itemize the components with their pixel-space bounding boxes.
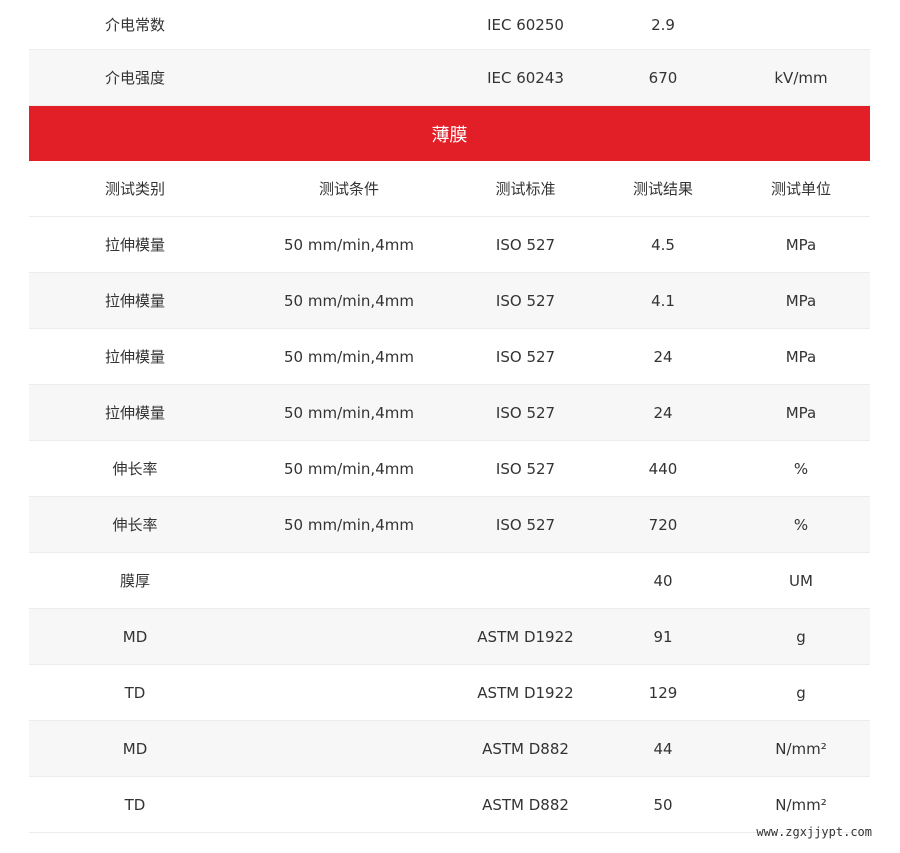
- table-row: 拉伸模量 50 mm/min,4mm ISO 527 24 MPa: [29, 385, 870, 441]
- cell-standard: ASTM D1922: [477, 683, 574, 702]
- header-result: 测试结果: [632, 180, 693, 198]
- table-row: 伸长率 50 mm/min,4mm ISO 527 440 %: [29, 441, 870, 497]
- cell-standard: ASTM D882: [482, 795, 569, 814]
- cell-condition: 50 mm/min,4mm: [284, 347, 414, 366]
- cell-category: 伸长率: [112, 460, 158, 478]
- cell-standard: ISO 527: [495, 515, 556, 534]
- cell-unit: MPa: [785, 403, 817, 422]
- cell-result: 40: [653, 571, 673, 590]
- table-row: TD ASTM D1922 129 g: [29, 665, 870, 721]
- cell-category: TD: [124, 795, 146, 814]
- cell-condition: 50 mm/min,4mm: [284, 515, 414, 534]
- cell-standard: ISO 527: [495, 403, 556, 422]
- cell-unit: N/mm²: [775, 739, 827, 758]
- cell-condition: 50 mm/min,4mm: [284, 403, 414, 422]
- cell-condition: 50 mm/min,4mm: [284, 235, 414, 254]
- cell-result: 24: [653, 403, 673, 422]
- cell-standard: IEC 60243: [487, 68, 564, 87]
- cell-result: 670: [648, 68, 678, 87]
- cell-category: TD: [124, 683, 146, 702]
- table-header-row: 测试类别 测试条件 测试标准 测试结果 测试单位: [29, 161, 870, 217]
- table-row: MD ASTM D882 44 N/mm²: [29, 721, 870, 777]
- cell-unit: N/mm²: [775, 795, 827, 814]
- table-row: TD ASTM D882 50 N/mm²: [29, 777, 870, 833]
- cell-condition: 50 mm/min,4mm: [284, 291, 414, 310]
- cell-unit: kV/mm: [774, 68, 828, 87]
- cell-category: 介电常数: [104, 16, 165, 34]
- cell-result: 44: [653, 739, 673, 758]
- cell-condition: 50 mm/min,4mm: [284, 459, 414, 478]
- cell-result: 720: [648, 515, 678, 534]
- cell-result: 50: [653, 795, 673, 814]
- header-standard: 测试标准: [495, 180, 556, 198]
- cell-standard: ISO 527: [495, 291, 556, 310]
- cell-standard: ASTM D1922: [477, 627, 574, 646]
- cell-unit: MPa: [785, 235, 817, 254]
- table-row: 介电常数 IEC 60250 2.9: [29, 0, 870, 50]
- table-row: 膜厚 40 UM: [29, 553, 870, 609]
- data-table: 介电常数 IEC 60250 2.9 介电强度 IEC 60243 670 kV…: [29, 0, 870, 833]
- cell-result: 4.5: [651, 235, 675, 254]
- header-condition: 测试条件: [318, 180, 379, 198]
- cell-result: 129: [648, 683, 678, 702]
- table-row: 介电强度 IEC 60243 670 kV/mm: [29, 50, 870, 106]
- table-row: 拉伸模量 50 mm/min,4mm ISO 527 24 MPa: [29, 329, 870, 385]
- cell-standard: ASTM D882: [482, 739, 569, 758]
- header-unit: 测试单位: [770, 180, 831, 198]
- cell-category: 膜厚: [119, 572, 150, 590]
- table-row: MD ASTM D1922 91 g: [29, 609, 870, 665]
- cell-unit: %: [793, 515, 809, 534]
- table-row: 拉伸模量 50 mm/min,4mm ISO 527 4.5 MPa: [29, 217, 870, 273]
- cell-unit: UM: [789, 571, 813, 590]
- table-row: 伸长率 50 mm/min,4mm ISO 527 720 %: [29, 497, 870, 553]
- cell-result: 24: [653, 347, 673, 366]
- cell-unit: %: [793, 459, 809, 478]
- cell-standard: ISO 527: [495, 347, 556, 366]
- cell-unit: g: [796, 683, 806, 702]
- header-category: 测试类别: [104, 180, 165, 198]
- section-band-film: 薄膜: [29, 106, 870, 161]
- cell-result: 91: [653, 627, 673, 646]
- cell-result: 4.1: [651, 291, 675, 310]
- cell-unit: MPa: [785, 291, 817, 310]
- cell-standard: ISO 527: [495, 235, 556, 254]
- cell-result: 2.9: [651, 15, 675, 34]
- table-row: 拉伸模量 50 mm/min,4mm ISO 527 4.1 MPa: [29, 273, 870, 329]
- cell-category: 拉伸模量: [104, 292, 165, 310]
- cell-category: 伸长率: [112, 516, 158, 534]
- cell-category: 介电强度: [104, 69, 165, 87]
- section-title: 薄膜: [431, 124, 468, 146]
- cell-result: 440: [648, 459, 678, 478]
- watermark-text: www.zgxjjypt.com: [756, 825, 872, 839]
- cell-category: MD: [122, 627, 148, 646]
- cell-category: 拉伸模量: [104, 348, 165, 366]
- cell-standard: ISO 527: [495, 459, 556, 478]
- cell-unit: g: [796, 627, 806, 646]
- cell-category: 拉伸模量: [104, 236, 165, 254]
- cell-category: 拉伸模量: [104, 404, 165, 422]
- cell-standard: IEC 60250: [487, 15, 564, 34]
- cell-unit: MPa: [785, 347, 817, 366]
- cell-category: MD: [122, 739, 148, 758]
